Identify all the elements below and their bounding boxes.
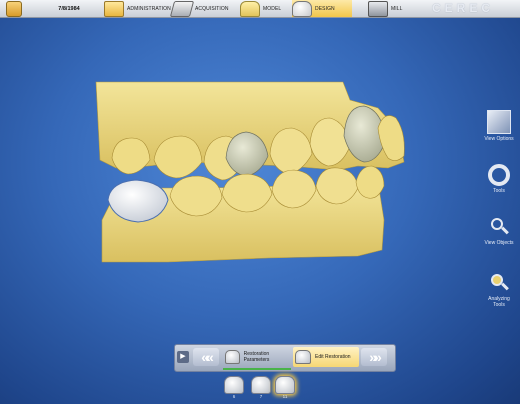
step-label: ADMINISTRATION — [127, 5, 171, 12]
cerec-logo: CEREC — [431, 1, 494, 15]
mill-icon — [368, 0, 388, 17]
workflow-toolbar: 7/8/1984 ADMINISTRATION ACQUISITION MODE… — [0, 0, 520, 18]
previous-step-button[interactable]: «« — [193, 348, 219, 366]
patient-date: 7/8/1984 — [58, 6, 80, 12]
step-label: MODEL — [263, 5, 282, 12]
analyzing-tools-icon — [488, 272, 510, 294]
view-options-tool[interactable]: View Options — [484, 110, 514, 142]
step-label: DESIGN — [315, 5, 335, 12]
next-step-button[interactable]: »» — [361, 348, 387, 366]
patient-info: 7/8/1984 — [38, 0, 100, 13]
design-step-bar: ▶ «« Restoration Parameters Edit Restora… — [174, 344, 396, 372]
tool-label: Analyzing Tools — [488, 296, 510, 308]
tool-label: View Objects — [484, 240, 514, 246]
step-mill[interactable]: MILL — [368, 0, 418, 17]
model-icon — [240, 0, 260, 17]
tooth-icon — [251, 376, 271, 394]
tooth-select-11[interactable]: 11 — [275, 376, 295, 399]
tool-label: Tools — [493, 188, 505, 194]
patient-icon[interactable] — [6, 1, 22, 17]
step-edit-restoration[interactable]: Edit Restoration — [293, 347, 359, 367]
design-icon — [292, 0, 312, 17]
cube-view-icon — [487, 110, 511, 134]
camera-icon — [169, 0, 195, 17]
step-design[interactable]: DESIGN — [292, 0, 352, 17]
step-progress-indicator — [223, 368, 291, 370]
tools-icon — [488, 164, 510, 186]
view-objects-tool[interactable]: View Objects — [484, 216, 514, 246]
tooth-select-6[interactable]: 6 — [224, 376, 244, 399]
step-label: ACQUISITION — [195, 5, 229, 12]
tooth-select-7[interactable]: 7 — [251, 376, 271, 399]
tooth-number: 7 — [259, 394, 263, 399]
play-icon[interactable]: ▶ — [177, 351, 189, 363]
edit-restoration-icon — [295, 350, 311, 364]
step-restoration-parameters[interactable]: Restoration Parameters — [223, 347, 291, 367]
step-acquisition[interactable]: ACQUISITION — [169, 0, 234, 17]
tool-label: View Options — [484, 136, 514, 142]
restoration-parameters-icon — [225, 350, 240, 364]
step-model[interactable]: MODEL — [240, 0, 288, 17]
dental-model-viewport[interactable] — [88, 70, 418, 270]
folder-icon — [104, 0, 124, 17]
step-label: Edit Restoration — [315, 354, 351, 360]
tooth-number: 11 — [282, 394, 288, 399]
step-label: Restoration Parameters — [243, 351, 270, 363]
step-administration[interactable]: ADMINISTRATION — [104, 0, 172, 17]
upper-tooth — [111, 137, 151, 175]
step-label: MILL — [391, 5, 403, 12]
tooth-icon — [275, 376, 295, 394]
tools-tool[interactable]: Tools — [484, 164, 514, 194]
lower-tooth — [355, 165, 385, 199]
tooth-number: 6 — [232, 394, 236, 399]
view-objects-icon — [488, 216, 510, 238]
tooth-icon — [224, 376, 244, 394]
analyzing-tools-tool[interactable]: Analyzing Tools — [484, 272, 514, 308]
